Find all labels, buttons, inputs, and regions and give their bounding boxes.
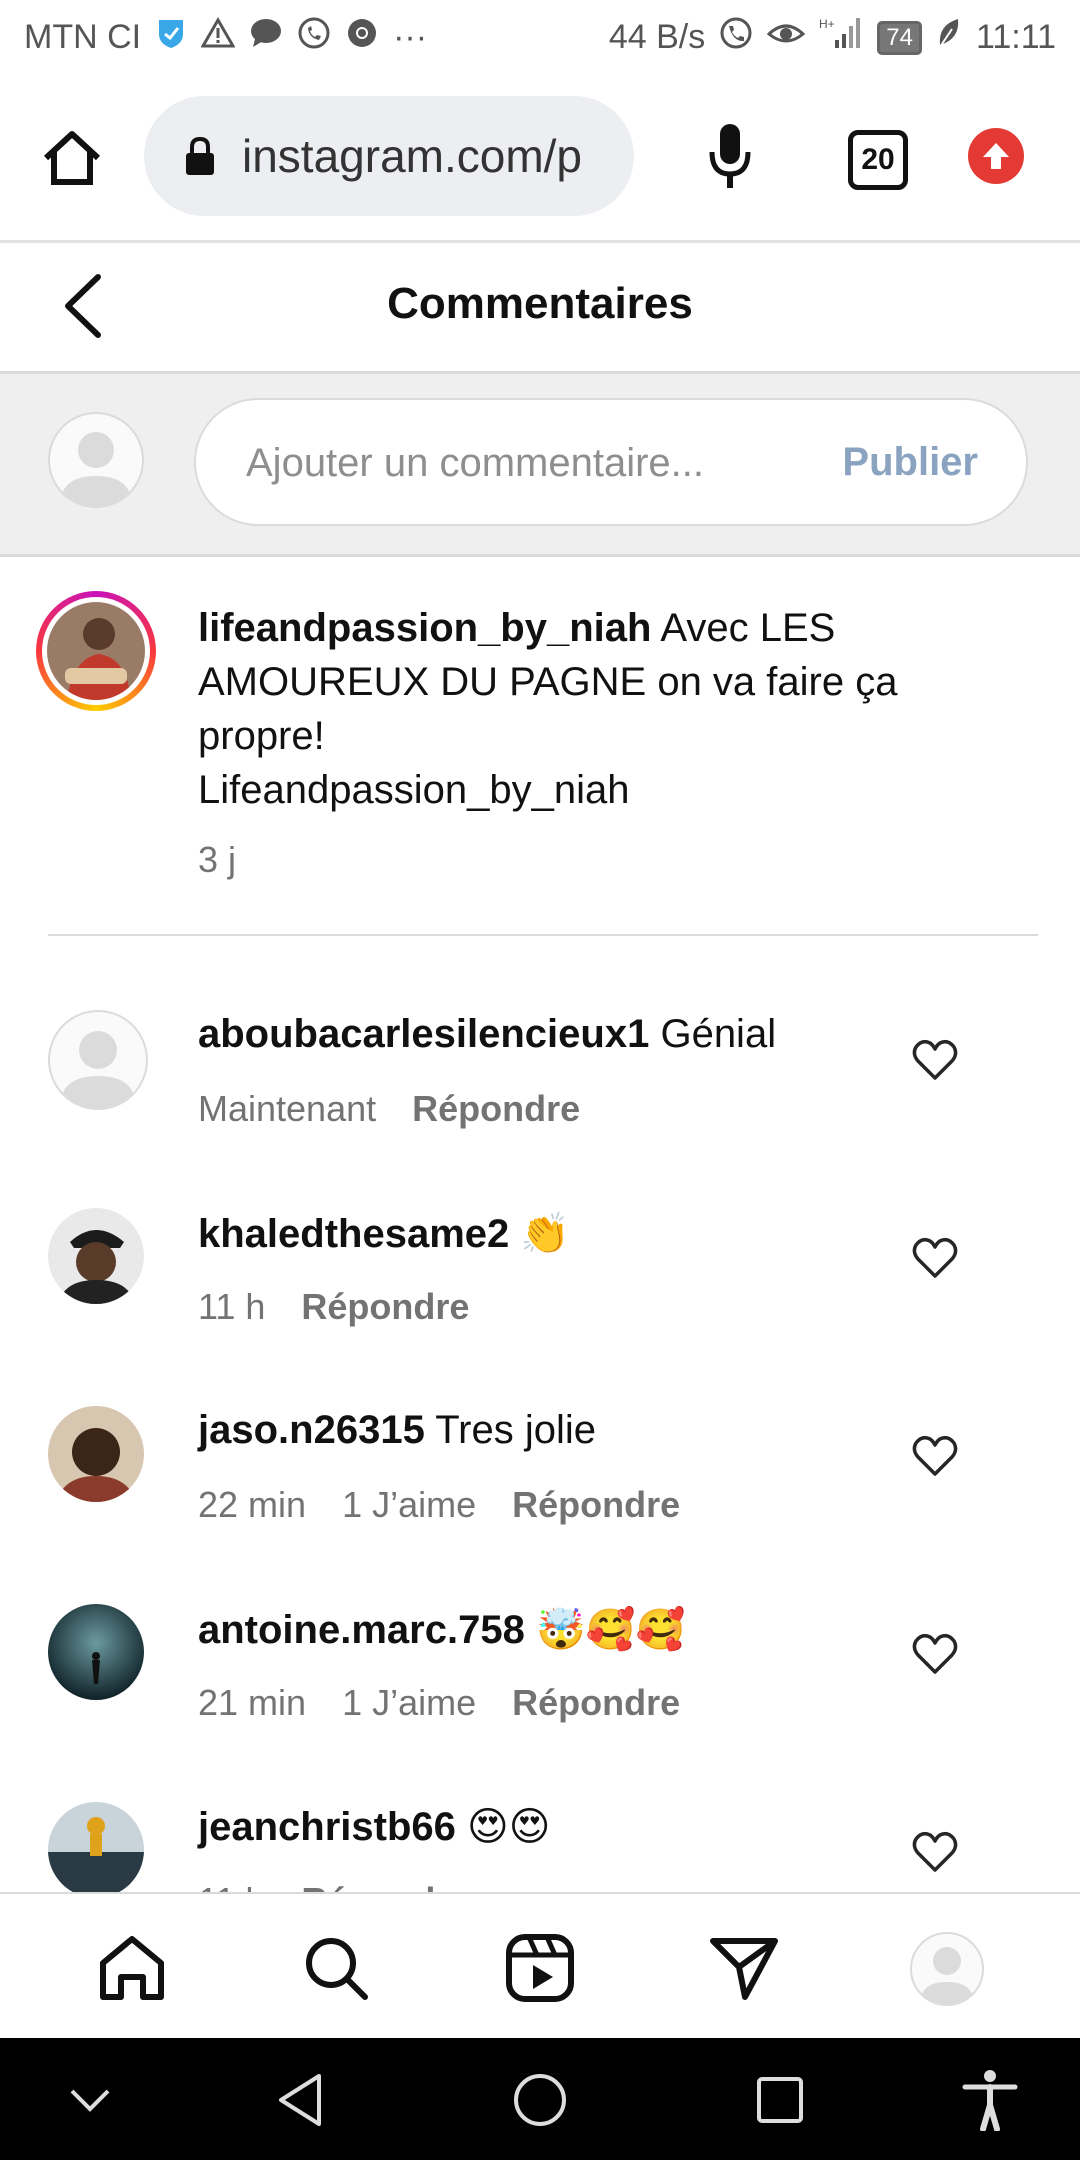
whatsapp-icon <box>297 16 331 59</box>
author-avatar <box>47 602 145 700</box>
comment-likes[interactable]: 1 J’aime <box>342 1682 476 1724</box>
comment-time: 11 h <box>198 1880 265 1892</box>
commenter-avatar[interactable] <box>48 1802 144 1892</box>
hd-call-icon <box>719 16 753 59</box>
android-navigation-bar <box>0 2038 1080 2160</box>
eye-icon <box>766 18 806 57</box>
post-caption: lifeandpassion_by_niah Avec LES AMOUREUX… <box>0 557 1080 937</box>
browser-home-icon[interactable] <box>40 128 104 193</box>
comment-row: khaledthesame2 👏 11 h Répondre <box>0 1208 1080 1406</box>
comment-line: aboubacarlesilencieux1 Génial <box>198 1012 776 1057</box>
update-icon[interactable] <box>968 128 1024 184</box>
browser-toolbar: instagram.com/p 20 <box>0 72 1080 243</box>
back-triangle-icon[interactable] <box>268 2068 332 2132</box>
comment-text: 😍😍 <box>467 1805 551 1849</box>
recents-square-icon[interactable] <box>748 2068 812 2132</box>
commenter-avatar[interactable] <box>48 1604 144 1700</box>
page-title: Commentaires <box>387 279 693 328</box>
comment-line: jeanchristb66 😍😍 <box>198 1804 550 1850</box>
comment-input-wrapper: Publier <box>194 398 1028 526</box>
reply-button[interactable]: Répondre <box>301 1286 469 1328</box>
microphone-icon[interactable] <box>706 122 754 195</box>
heart-icon[interactable] <box>912 1632 958 1676</box>
status-bar: MTN CI ··· 44 B/s H+ 74 11:11 <box>0 0 1080 72</box>
profile-icon[interactable] <box>910 1932 984 2006</box>
comment-row: jeanchristb66 😍😍 11 h Répondre <box>0 1802 1080 1892</box>
reply-button[interactable]: Répondre <box>512 1484 680 1526</box>
commenter-avatar[interactable] <box>48 1208 144 1304</box>
chevron-down-icon[interactable] <box>58 2068 122 2132</box>
comment-time: 11 h <box>198 1286 266 1327</box>
more-notifications-icon: ··· <box>393 18 428 56</box>
caption-username[interactable]: lifeandpassion_by_niah <box>198 606 651 650</box>
comment-username[interactable]: jaso.n26315 <box>198 1408 425 1452</box>
comment-meta: 22 min 1 J’aime Répondre <box>198 1484 680 1526</box>
comment-row: antoine.marc.758 🤯🥰🥰 21 min 1 J’aime Rép… <box>0 1604 1080 1802</box>
comment-time: 22 min <box>198 1484 307 1525</box>
svg-text:H+: H+ <box>819 17 835 31</box>
heart-icon[interactable] <box>912 1038 958 1082</box>
url-text: instagram.com/p <box>242 130 583 182</box>
chrome-icon <box>345 16 379 59</box>
comment-meta: Maintenant Répondre <box>198 1088 580 1130</box>
comment-time: 21 min <box>198 1682 307 1723</box>
comment-text: Génial <box>660 1012 777 1056</box>
reply-button[interactable]: Répondre <box>512 1682 680 1724</box>
divider <box>48 934 1038 936</box>
comment-meta: 21 min 1 J’aime Répondre <box>198 1682 680 1724</box>
tab-switcher-button[interactable]: 20 <box>848 130 908 190</box>
author-avatar-ring[interactable] <box>36 591 156 711</box>
caption-text: lifeandpassion_by_niah Avec LES AMOUREUX… <box>198 601 1018 887</box>
shield-icon <box>155 16 187 59</box>
search-icon[interactable] <box>298 1930 374 2006</box>
comment-meta: 11 h Répondre <box>198 1286 469 1328</box>
address-bar[interactable]: instagram.com/p <box>144 96 634 216</box>
bottom-navigation <box>0 1892 1080 2040</box>
comment-text: 🤯🥰🥰 <box>535 1608 686 1652</box>
comment-username[interactable]: khaledthesame2 <box>198 1212 509 1256</box>
comment-composer: Publier <box>0 374 1080 557</box>
comment-line: khaledthesame2 👏 <box>198 1210 570 1257</box>
commenter-avatar[interactable] <box>48 1406 144 1502</box>
accessibility-icon[interactable] <box>958 2068 1022 2132</box>
comment-username[interactable]: aboubacarlesilencieux1 <box>198 1012 649 1056</box>
comment-line: jaso.n26315 Tres jolie <box>198 1408 596 1453</box>
publish-button[interactable]: Publier <box>842 440 978 485</box>
clock: 11:11 <box>975 18 1056 56</box>
caption-time: 3 j <box>198 839 237 880</box>
comment-text: 👏 <box>520 1212 571 1256</box>
network-speed: 44 B/s <box>608 18 706 56</box>
comment-input[interactable] <box>244 430 808 496</box>
comment-time: Maintenant <box>198 1088 377 1129</box>
comment-row: aboubacarlesilencieux1 Génial Maintenant… <box>0 1010 1080 1208</box>
home-circle-icon[interactable] <box>508 2068 572 2132</box>
comment-likes[interactable]: 1 J’aime <box>342 1484 476 1526</box>
direct-icon[interactable] <box>706 1930 782 2006</box>
reels-icon[interactable] <box>502 1930 578 2006</box>
heart-icon[interactable] <box>912 1434 958 1478</box>
current-user-avatar <box>48 412 144 508</box>
comment-row: jaso.n26315 Tres jolie 22 min 1 J’aime R… <box>0 1406 1080 1604</box>
comment-text: Tres jolie <box>435 1408 596 1452</box>
comment-username[interactable]: jeanchristb66 <box>198 1805 456 1849</box>
comment-line: antoine.marc.758 🤯🥰🥰 <box>198 1606 685 1653</box>
comment-username[interactable]: antoine.marc.758 <box>198 1608 525 1652</box>
lock-icon <box>184 135 216 177</box>
reply-button[interactable]: Répondre <box>301 1880 469 1892</box>
signal-icon: H+ <box>819 16 863 59</box>
heart-icon[interactable] <box>912 1236 958 1280</box>
leaf-icon <box>936 17 962 58</box>
carrier-label: MTN CI <box>24 18 142 56</box>
heart-icon[interactable] <box>912 1830 958 1874</box>
commenter-avatar[interactable] <box>48 1010 148 1110</box>
home-icon[interactable] <box>94 1930 170 2006</box>
caption-line-2: Lifeandpassion_by_niah <box>198 768 630 812</box>
comments-header: Commentaires <box>0 243 1080 374</box>
reply-button[interactable]: Répondre <box>412 1088 580 1130</box>
comment-meta: 11 h Répondre <box>198 1880 469 1892</box>
chat-bubble-icon <box>249 17 283 58</box>
battery-indicator: 74 <box>877 20 922 55</box>
warning-icon <box>200 16 236 58</box>
